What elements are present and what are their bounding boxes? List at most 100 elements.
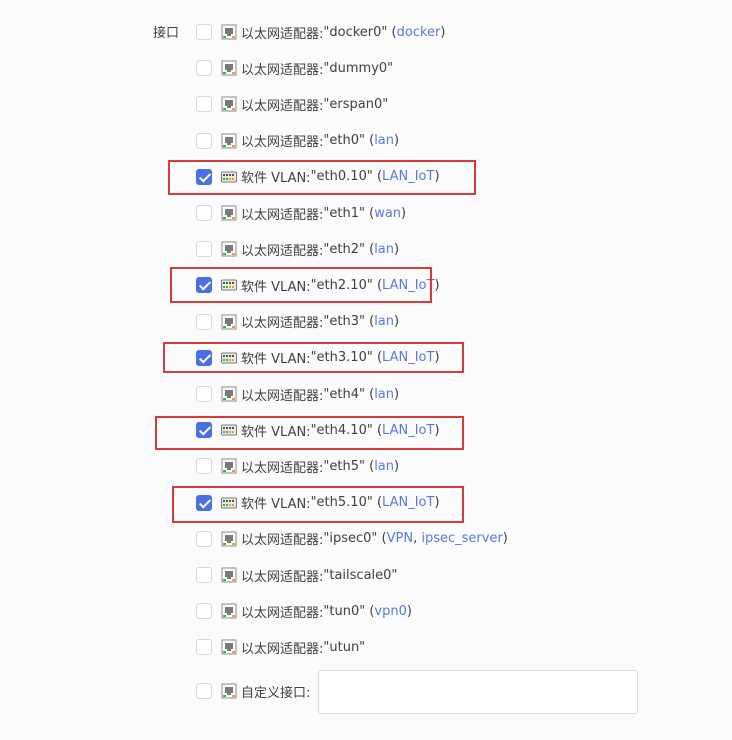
custom-interface-row[interactable]: 自定义接口:	[196, 680, 310, 702]
list-item[interactable]: 以太网适配器: "tailscale0"	[196, 564, 397, 586]
network-link[interactable]: docker	[397, 25, 441, 40]
ethernet-port-icon	[221, 241, 237, 257]
list-item[interactable]: 以太网适配器: "docker0" (docker)	[196, 21, 445, 43]
checkbox[interactable]	[196, 639, 212, 656]
interface-type-label: 以太网适配器:	[241, 641, 324, 657]
network-link[interactable]: VPN	[387, 531, 413, 546]
checkbox[interactable]	[196, 567, 212, 583]
interface-type-label: 以太网适配器:	[241, 26, 324, 42]
interface-type-label: 以太网适配器:	[241, 316, 324, 332]
network-close-paren: )	[406, 603, 412, 619]
interface-type-label: 以太网适配器:	[241, 98, 324, 114]
network-link[interactable]: lan	[374, 314, 394, 329]
list-item[interactable]: 以太网适配器: "eth2" (lan)	[196, 238, 399, 260]
checkbox[interactable]	[196, 530, 212, 547]
interface-type-label: 以太网适配器:	[241, 207, 324, 223]
section-label: 接口	[153, 26, 180, 41]
highlight-box	[168, 160, 476, 195]
ethernet-port-icon	[221, 531, 237, 547]
network-open-paren: (	[364, 386, 375, 402]
network-close-paren: )	[394, 133, 400, 149]
interface-name: "eth5"	[323, 458, 365, 474]
network-link[interactable]: vpn0	[374, 604, 406, 619]
interface-name: "tun0"	[323, 603, 366, 619]
list-item[interactable]: 以太网适配器: "eth0" (lan)	[196, 130, 399, 152]
network-close-paren: )	[394, 386, 400, 402]
interface-name: "eth2"	[323, 241, 365, 257]
checkbox[interactable]	[196, 386, 212, 402]
interfaces-section: 接口 以太网适配器: "docker0" (docker) 以太网适配器: "du…	[0, 0, 732, 728]
interface-name: "eth0"	[323, 133, 365, 149]
interface-type-label: 以太网适配器:	[241, 62, 324, 78]
network-link[interactable]: wan	[374, 206, 401, 221]
network-close-paren: )	[434, 277, 440, 293]
list-item[interactable]: 以太网适配器: "eth3" (lan)	[196, 311, 399, 333]
interface-name: "docker0"	[323, 24, 388, 40]
highlight-box	[172, 486, 464, 523]
interface-type-label: 以太网适配器:	[241, 605, 324, 621]
network-link[interactable]: lan	[374, 242, 394, 257]
network-link[interactable]: ipsec_server	[421, 531, 502, 546]
ethernet-port-icon	[221, 24, 237, 40]
network-close-paren: )	[394, 458, 400, 474]
checkbox[interactable]	[196, 458, 212, 475]
checkbox[interactable]	[196, 132, 212, 149]
ethernet-port-icon	[221, 96, 237, 112]
network-open-paren: (	[364, 241, 375, 257]
highlight-box	[155, 416, 464, 450]
interface-name: "eth1"	[323, 205, 365, 221]
ethernet-port-icon	[221, 386, 237, 402]
network-open-paren: (	[364, 205, 375, 221]
ethernet-port-icon	[221, 639, 237, 655]
list-item[interactable]: 以太网适配器: "eth1" (wan)	[196, 202, 406, 224]
network-open-paren: (	[387, 24, 397, 40]
network-close-paren: )	[394, 314, 400, 330]
interface-name: "eth4"	[323, 386, 365, 402]
list-item[interactable]: 以太网适配器: "ipsec0" (VPN, ipsec_server)	[196, 528, 508, 550]
interface-type-label: 以太网适配器:	[241, 388, 324, 404]
network-open-paren: (	[364, 133, 375, 149]
network-close-paren: )	[394, 241, 400, 257]
checkbox[interactable]	[196, 24, 212, 40]
interface-type-label: 以太网适配器:	[241, 533, 324, 549]
interface-type-label: 以太网适配器:	[241, 460, 324, 476]
ethernet-port-icon	[221, 60, 237, 76]
ethernet-port-icon	[221, 603, 237, 619]
list-item[interactable]: 以太网适配器: "utun"	[196, 636, 365, 658]
network-open-paren: (	[364, 314, 375, 330]
network-link[interactable]: lan	[374, 459, 394, 474]
list-item[interactable]: 以太网适配器: "erspan0"	[196, 93, 388, 115]
custom-interface-label: 自定义接口:	[241, 685, 311, 701]
network-link[interactable]: lan	[374, 387, 394, 402]
network-link[interactable]: lan	[374, 133, 394, 148]
custom-interface-input[interactable]	[318, 670, 638, 714]
network-open-paren: (	[364, 458, 375, 474]
ethernet-port-icon	[221, 205, 237, 221]
list-item[interactable]: 以太网适配器: "eth5" (lan)	[196, 455, 399, 477]
network-separator: ,	[413, 531, 422, 547]
list-item[interactable]: 以太网适配器: "dummy0"	[196, 57, 393, 79]
list-item[interactable]: 以太网适配器: "eth4" (lan)	[196, 383, 399, 405]
checkbox[interactable]	[196, 96, 212, 113]
interface-name: "eth3"	[323, 314, 365, 330]
interface-type-label: 以太网适配器:	[241, 569, 324, 585]
network-close-paren: )	[401, 205, 407, 221]
checkbox[interactable]	[196, 603, 212, 620]
interface-name: "ipsec0"	[323, 531, 378, 547]
checkbox[interactable]	[196, 241, 212, 258]
network-close-paren: )	[440, 24, 446, 40]
network-open-paren: (	[365, 603, 375, 619]
ethernet-port-icon	[221, 567, 237, 583]
checkbox[interactable]	[196, 313, 212, 330]
interface-type-label: 以太网适配器:	[241, 135, 324, 151]
list-item[interactable]: 以太网适配器: "tun0" (vpn0)	[196, 600, 412, 622]
ethernet-port-icon	[221, 314, 237, 330]
network-close-paren: )	[502, 531, 508, 547]
checkbox[interactable]	[196, 60, 212, 77]
interface-name: "tailscale0"	[323, 567, 398, 583]
highlight-box	[163, 342, 464, 373]
checkbox[interactable]	[196, 683, 212, 699]
checkbox[interactable]	[196, 205, 212, 221]
ethernet-port-icon	[221, 458, 237, 474]
interface-name: "dummy0"	[323, 60, 394, 76]
